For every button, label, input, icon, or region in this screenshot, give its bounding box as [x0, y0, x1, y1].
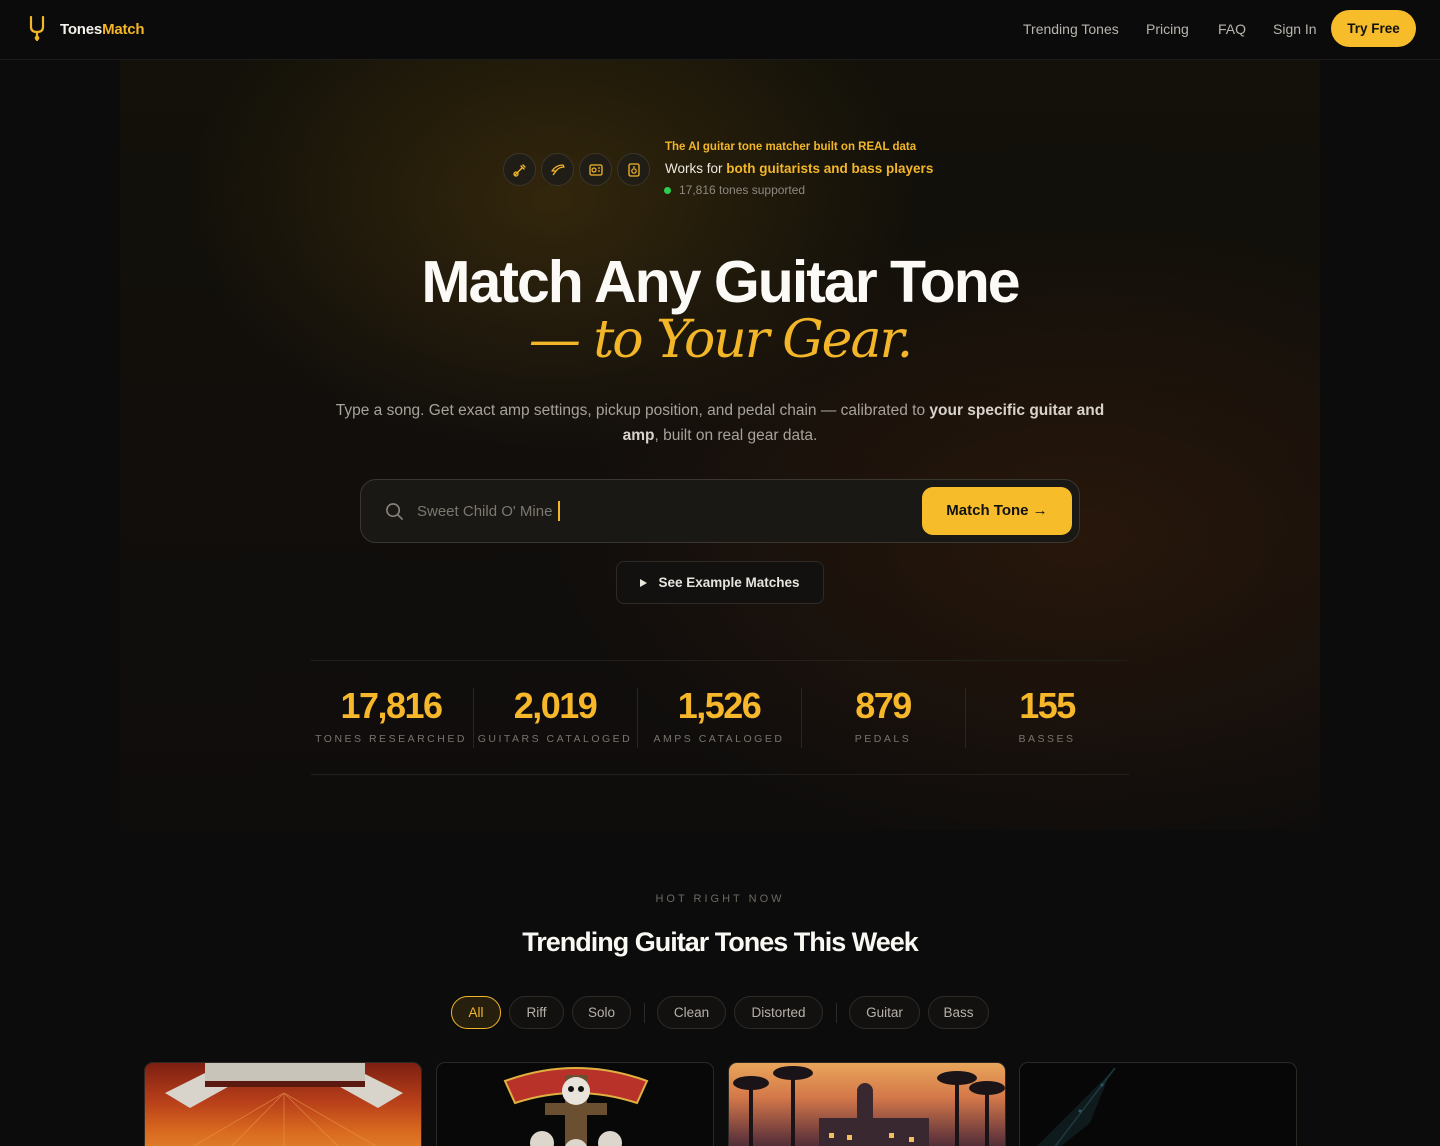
brand-name-part-2: Match [102, 20, 145, 38]
speaker-icon [627, 162, 640, 177]
filter-guitar[interactable]: Guitar [849, 996, 920, 1029]
search-icon [386, 503, 403, 520]
stat-label: TONES RESEARCHED [315, 733, 467, 745]
stat-label: AMPS CATALOGED [653, 733, 785, 745]
tuning-fork-icon [29, 16, 45, 42]
stat-value: 2,019 [513, 685, 598, 726]
status-dot [664, 186, 671, 194]
top-navigation: TonesMatch Trending Tones Pricing FAQ Si… [0, 0, 1440, 60]
stat-value: 1,526 [677, 685, 762, 726]
tagline: The AI guitar tone matcher built on REAL… [665, 141, 917, 153]
audience-line: Works for both guitarists and bass playe… [665, 161, 933, 176]
amp-icon-badge [579, 153, 612, 186]
nav-link-trending-tones[interactable]: Trending Tones [1023, 21, 1119, 37]
hero-description-part-2: , built on real gear data. [654, 427, 818, 444]
trending-card-4[interactable] [1019, 1062, 1297, 1146]
stat-label: GUITARS CATALOGED [477, 733, 633, 745]
hero-description-part-1: Type a song. Get exact amp settings, pic… [335, 402, 930, 419]
nav-link-pricing[interactable]: Pricing [1146, 21, 1189, 37]
stat-tones: 17,816 TONES RESEARCHED [309, 685, 473, 745]
stat-label: BASSES [1018, 733, 1076, 745]
album-art-image [1037, 1067, 1116, 1146]
match-tone-button[interactable]: Match Tone → [922, 487, 1072, 535]
filter-divider [644, 1003, 645, 1023]
see-example-matches-button[interactable]: See Example Matches [616, 561, 824, 604]
album-art-image [733, 1066, 1005, 1146]
hero-title: Match Any Guitar Tone [421, 249, 1020, 315]
filter-bass[interactable]: Bass [928, 996, 989, 1029]
see-example-matches-label: See Example Matches [658, 575, 800, 590]
filter-distorted[interactable]: Distorted [734, 996, 823, 1029]
stat-basses: 155 BASSES [965, 685, 1129, 745]
try-free-button[interactable]: Try Free [1331, 10, 1416, 47]
section-eyebrow: HOT RIGHT NOW [655, 893, 785, 905]
play-icon [640, 578, 648, 587]
hero-description: Type a song. Get exact amp settings, pic… [320, 398, 1120, 448]
audience-highlight: both guitarists and bass players [726, 161, 934, 176]
stat-pedals: 879 PEDALS [801, 685, 965, 745]
bass-icon [550, 163, 565, 175]
tones-supported: 17,816 tones supported [664, 183, 805, 197]
nav-link-sign-in[interactable]: Sign In [1273, 21, 1317, 37]
tones-supported-text: 17,816 tones supported [679, 183, 806, 197]
stat-value: 155 [1019, 685, 1076, 726]
guitar-icon [512, 163, 526, 177]
stat-label: PEDALS [854, 733, 912, 745]
filter-riff[interactable]: Riff [509, 996, 564, 1029]
song-search-bar: Match Tone → [360, 479, 1080, 543]
song-search-input[interactable] [417, 499, 897, 523]
stat-value: 17,816 [340, 685, 443, 726]
guitar-icon-badge [503, 153, 536, 186]
stat-value: 879 [855, 685, 912, 726]
stat-guitars: 2,019 GUITARS CATALOGED [473, 685, 637, 745]
stat-amps: 1,526 AMPS CATALOGED [637, 685, 801, 745]
trending-section-title: Trending Guitar Tones This Week [522, 927, 919, 957]
filter-solo[interactable]: Solo [572, 996, 631, 1029]
amp-icon [588, 163, 603, 176]
audience-prefix: Works for [665, 161, 727, 176]
brand-name: TonesMatch [60, 20, 145, 38]
filter-all[interactable]: All [451, 996, 501, 1029]
filter-divider [836, 1003, 837, 1023]
album-art-image [503, 1067, 649, 1146]
trending-card-1[interactable] [144, 1062, 422, 1146]
album-art-image [165, 1063, 403, 1146]
text-caret [558, 501, 560, 521]
speaker-icon-badge [617, 153, 650, 186]
hero-subtitle: — to Your Gear. [528, 310, 913, 370]
trending-card-3[interactable] [728, 1062, 1006, 1146]
logo[interactable]: TonesMatch [28, 16, 145, 42]
trending-card-2[interactable] [436, 1062, 714, 1146]
stats-bar: 17,816 TONES RESEARCHED 2,019 GUITARS CA… [311, 660, 1129, 775]
bass-icon-badge [541, 153, 574, 186]
filter-clean[interactable]: Clean [657, 996, 726, 1029]
nav-link-faq[interactable]: FAQ [1218, 21, 1246, 37]
brand-name-part-1: Tones [60, 20, 103, 38]
